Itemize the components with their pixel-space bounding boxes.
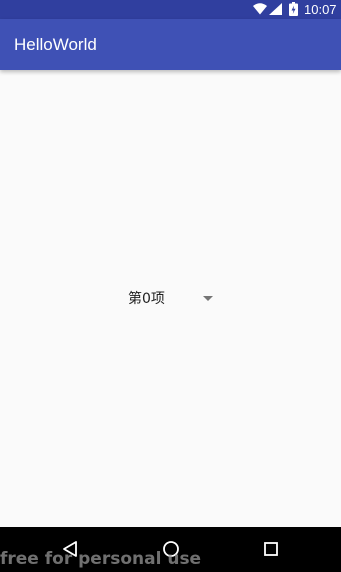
wifi-icon bbox=[253, 3, 267, 15]
watermark-text: free for personal use bbox=[0, 549, 202, 569]
recents-icon[interactable] bbox=[261, 539, 281, 559]
status-bar: 10:07 bbox=[0, 0, 341, 19]
android-screen: 10:07 HelloWorld 第0项 free for personal u… bbox=[0, 0, 341, 572]
spinner-selected-value: 第0项 bbox=[128, 291, 165, 307]
app-title: HelloWorld bbox=[14, 35, 97, 54]
app-bar: HelloWorld bbox=[0, 19, 341, 70]
status-time: 10:07 bbox=[304, 2, 337, 17]
item-spinner[interactable]: 第0项 bbox=[118, 286, 222, 312]
battery-charging-icon bbox=[289, 2, 298, 16]
main-content: 第0项 bbox=[0, 70, 341, 527]
cellular-signal-icon bbox=[269, 3, 282, 15]
dropdown-arrow-icon bbox=[203, 296, 213, 301]
